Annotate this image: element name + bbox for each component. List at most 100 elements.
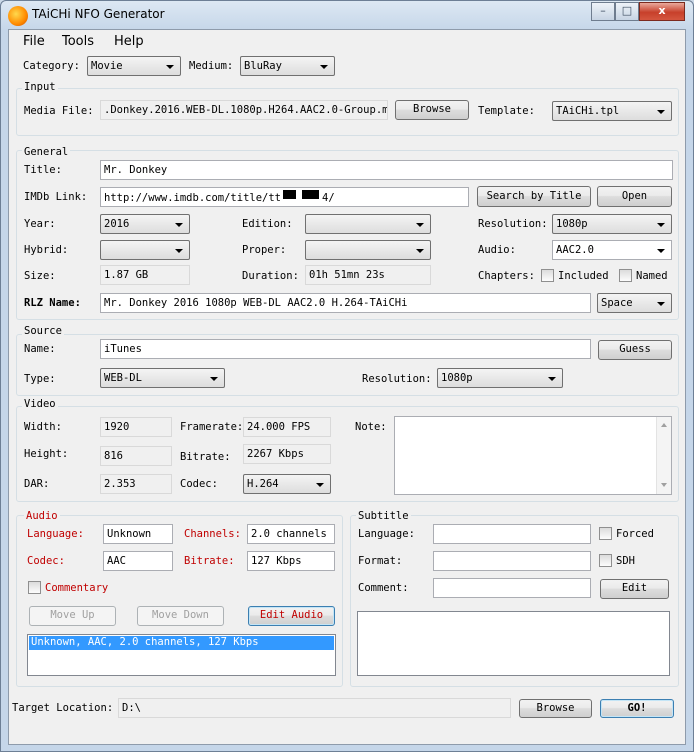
- scroll-up-icon[interactable]: [661, 423, 667, 427]
- imdb-prefix: http://www.imdb.com/title/tt: [104, 192, 282, 204]
- audio-language-field[interactable]: Unknown: [103, 524, 173, 544]
- menu-file[interactable]: File: [23, 34, 45, 49]
- imdb-open-button[interactable]: Open: [597, 186, 672, 207]
- title-bar[interactable]: TAiCHi NFO Generator – □ x: [1, 1, 693, 29]
- list-item[interactable]: Unknown, AAC, 2.0 channels, 127 Kbps: [29, 636, 334, 650]
- video-bitrate-label: Bitrate:: [180, 451, 231, 463]
- subtitle-format-field[interactable]: [433, 551, 591, 571]
- chapters-named-label: Named: [636, 270, 668, 282]
- size-field: 1.87 GB: [100, 265, 190, 285]
- media-file-field[interactable]: .Donkey.2016.WEB-DL.1080p.H264.AAC2.0-Gr…: [100, 100, 388, 120]
- target-location-field[interactable]: D:\: [118, 698, 511, 718]
- chapters-named-checkbox[interactable]: [619, 269, 632, 282]
- forced-checkbox[interactable]: [599, 527, 612, 540]
- guess-button[interactable]: Guess: [598, 340, 672, 360]
- resolution-value: 1080p: [556, 218, 588, 230]
- go-button[interactable]: GO!: [600, 699, 674, 718]
- audio-track-list[interactable]: Unknown, AAC, 2.0 channels, 127 Kbps: [27, 634, 336, 676]
- maximize-button[interactable]: □: [615, 2, 639, 21]
- subtitle-list[interactable]: [357, 611, 670, 676]
- target-location-label: Target Location:: [12, 702, 114, 714]
- source-name-label: Name:: [24, 343, 56, 355]
- subtitle-comment-field[interactable]: [433, 578, 591, 598]
- rlz-field[interactable]: Mr. Donkey 2016 1080p WEB-DL AAC2.0 H.26…: [100, 293, 591, 313]
- audio-language-label: Language:: [27, 528, 84, 540]
- chapters-label: Chapters:: [478, 270, 535, 282]
- forced-label: Forced: [616, 528, 654, 540]
- year-select[interactable]: 2016: [100, 214, 190, 234]
- dar-field: 2.353: [100, 474, 172, 494]
- sdh-label: SDH: [616, 555, 635, 567]
- search-by-title-button[interactable]: Search by Title: [477, 186, 591, 207]
- source-type-label: Type:: [24, 373, 56, 385]
- imdb-field[interactable]: http://www.imdb.com/title/tt 4/: [100, 187, 469, 207]
- media-file-label: Media File:: [24, 105, 94, 117]
- size-label: Size:: [24, 270, 56, 282]
- minimize-button[interactable]: –: [591, 2, 615, 21]
- source-type-select[interactable]: WEB-DL: [100, 368, 225, 388]
- audio-value: AAC2.0: [556, 244, 594, 256]
- chevron-down-icon: [175, 249, 183, 253]
- move-down-button[interactable]: Move Down: [137, 606, 224, 626]
- source-name-field[interactable]: iTunes: [100, 339, 591, 359]
- chevron-down-icon: [316, 483, 324, 487]
- move-up-button[interactable]: Move Up: [29, 606, 116, 626]
- chevron-down-icon: [657, 110, 665, 114]
- title-field[interactable]: Mr. Donkey: [100, 160, 673, 180]
- resolution-select[interactable]: 1080p: [552, 214, 672, 234]
- dar-label: DAR:: [24, 478, 50, 490]
- template-select[interactable]: TAiCHi.tpl: [552, 101, 672, 121]
- source-resolution-select[interactable]: 1080p: [437, 368, 563, 388]
- subtitle-language-field[interactable]: [433, 524, 591, 544]
- audio-select[interactable]: AAC2.0: [552, 240, 672, 260]
- menu-tools[interactable]: Tools: [62, 34, 94, 49]
- scroll-down-icon[interactable]: [661, 483, 667, 487]
- duration-field: 01h 51mn 23s: [305, 265, 431, 285]
- video-codec-select[interactable]: H.264: [243, 474, 331, 494]
- chevron-down-icon: [166, 65, 174, 69]
- target-browse-button[interactable]: Browse: [519, 699, 592, 718]
- menu-help[interactable]: Help: [114, 34, 144, 49]
- medium-select[interactable]: BluRay: [240, 56, 335, 76]
- video-codec-label: Codec:: [180, 478, 218, 490]
- commentary-label: Commentary: [45, 582, 109, 594]
- window-title: TAiCHi NFO Generator: [32, 7, 165, 21]
- separator-value: Space: [601, 297, 633, 309]
- commentary-checkbox[interactable]: [28, 581, 41, 594]
- source-resolution-value: 1080p: [441, 372, 473, 384]
- chevron-down-icon: [210, 377, 218, 381]
- separator-select[interactable]: Space: [597, 293, 672, 313]
- audio-codec-label: Codec:: [27, 555, 65, 567]
- note-scrollbar[interactable]: [656, 417, 671, 494]
- video-codec-value: H.264: [247, 478, 279, 490]
- edition-select[interactable]: [305, 214, 431, 234]
- template-label: Template:: [478, 105, 535, 117]
- category-select[interactable]: Movie: [87, 56, 181, 76]
- subtitle-edit-button[interactable]: Edit: [600, 579, 669, 599]
- chapters-included-checkbox[interactable]: [541, 269, 554, 282]
- duration-label: Duration:: [242, 270, 299, 282]
- subtitle-comment-label: Comment:: [358, 582, 409, 594]
- chevron-down-icon: [657, 302, 665, 306]
- media-browse-button[interactable]: Browse: [395, 100, 469, 120]
- note-label: Note:: [355, 421, 387, 433]
- template-value: TAiCHi.tpl: [556, 105, 620, 117]
- input-group-title: Input: [22, 81, 58, 93]
- framerate-label: Framerate:: [180, 421, 244, 433]
- year-label: Year:: [24, 218, 56, 230]
- note-textarea[interactable]: [394, 416, 672, 495]
- video-group-title: Video: [22, 398, 58, 410]
- width-label: Width:: [24, 421, 62, 433]
- width-field: 1920: [100, 417, 172, 437]
- sdh-checkbox[interactable]: [599, 554, 612, 567]
- hybrid-select[interactable]: [100, 240, 190, 260]
- audio-codec-field[interactable]: AAC: [103, 551, 173, 571]
- audio-bitrate-field[interactable]: 127 Kbps: [247, 551, 335, 571]
- close-button[interactable]: x: [639, 2, 685, 21]
- proper-select[interactable]: [305, 240, 431, 260]
- audio-channels-field[interactable]: 2.0 channels: [247, 524, 335, 544]
- height-label: Height:: [24, 448, 69, 460]
- imdb-suffix: 4/: [322, 192, 335, 204]
- chevron-down-icon: [416, 249, 424, 253]
- edit-audio-button[interactable]: Edit Audio: [248, 606, 335, 626]
